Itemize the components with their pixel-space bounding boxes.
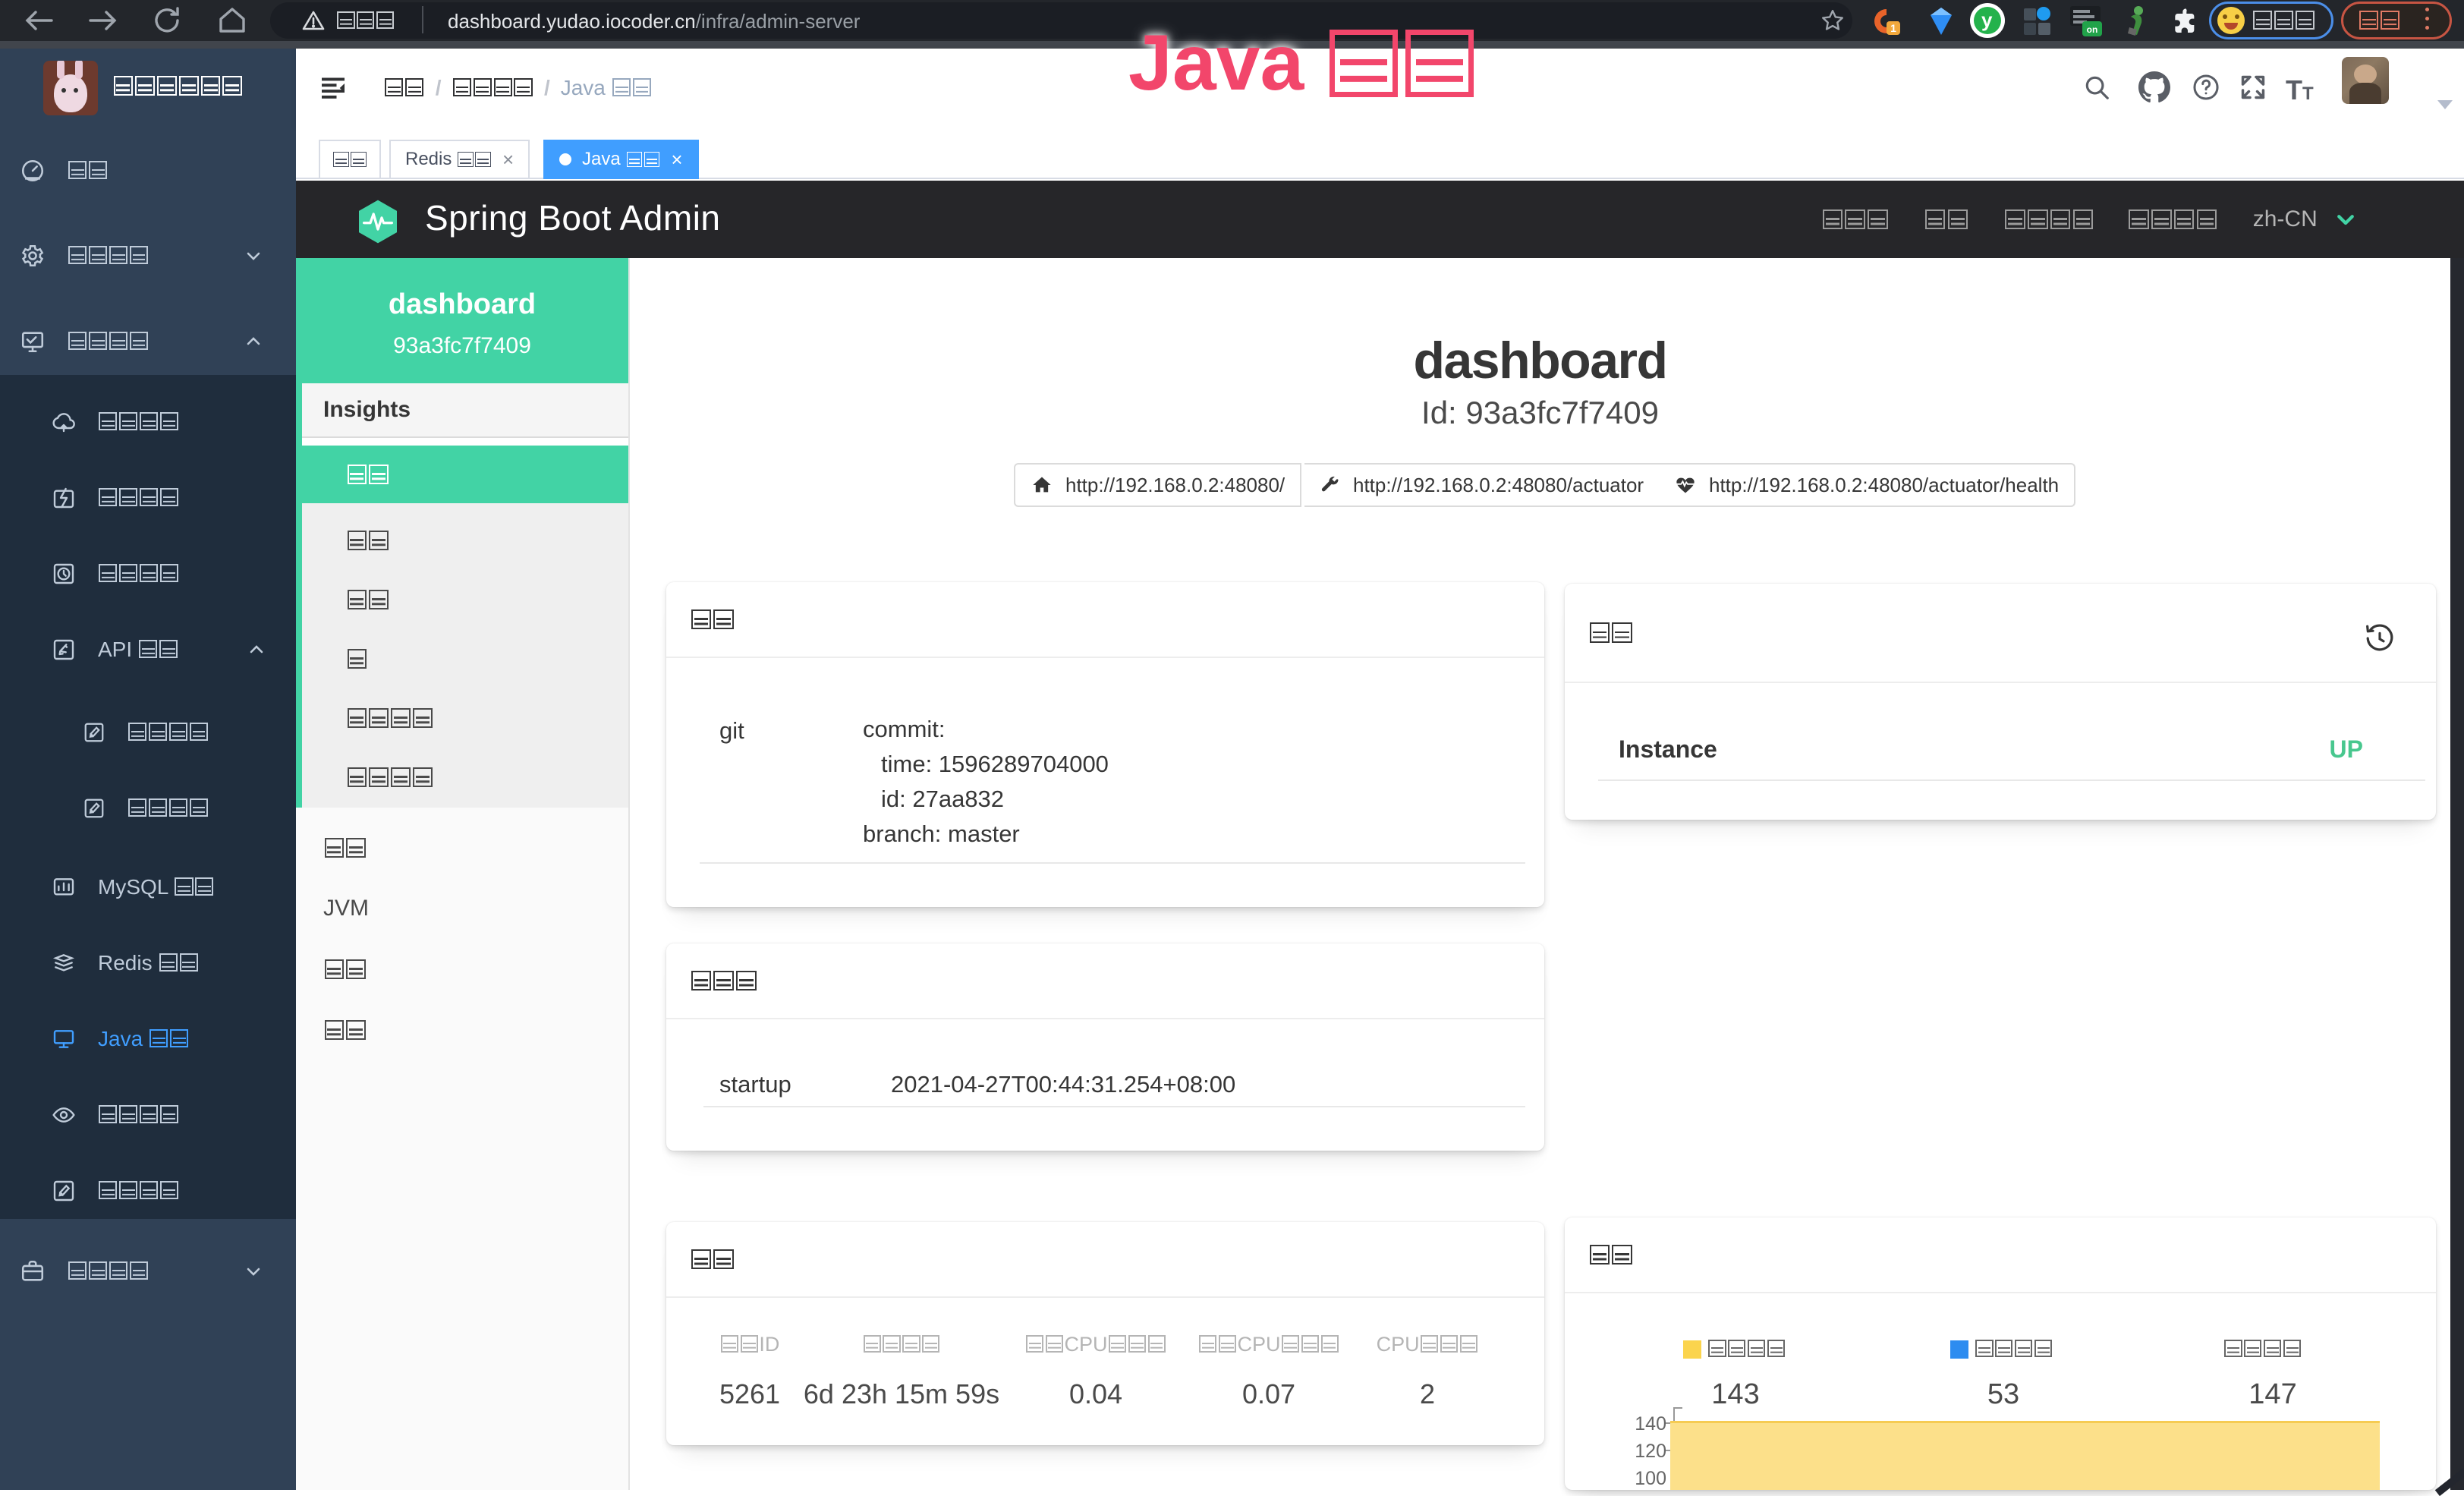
svg-text:1: 1: [1890, 22, 1896, 34]
svg-text:on: on: [2087, 24, 2098, 35]
